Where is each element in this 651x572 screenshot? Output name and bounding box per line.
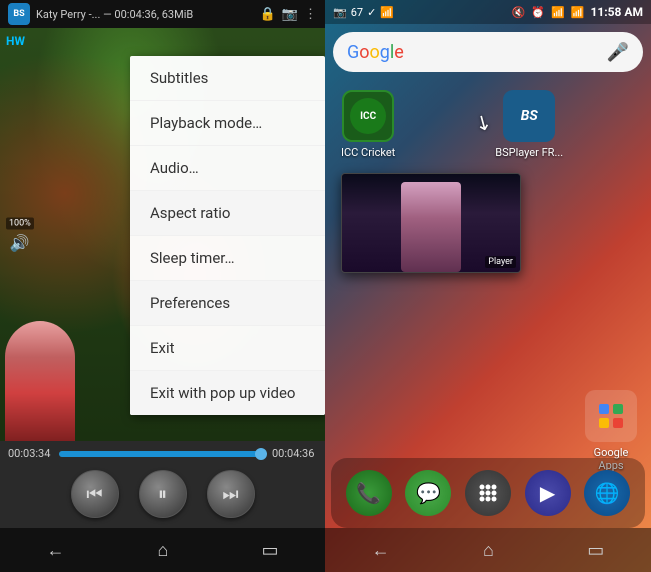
wifi-icon: 📶 <box>380 6 394 19</box>
screenshot-icon: 📷 <box>333 6 347 19</box>
status-bar-right: 📷 67 ✓ 📶 🔇 ⏰ 📶 📶 11:58 AM <box>325 0 651 24</box>
dock-browser-icon[interactable]: 🌐 <box>584 470 630 516</box>
android-dock: 📞 💬 ▶ 🌐 <box>331 458 645 528</box>
icc-text: ICC <box>360 111 376 122</box>
progress-fill <box>59 451 262 457</box>
menu-preferences[interactable]: Preferences <box>130 281 325 326</box>
status-title: Katy Perry -... — 00:04:36, 63MiB <box>36 8 254 21</box>
icc-inner: ICC <box>350 98 386 134</box>
more-icon[interactable]: ⋮ <box>304 7 317 22</box>
google-apps-icon[interactable] <box>585 390 637 442</box>
mic-icon[interactable]: 🎤 <box>607 42 629 63</box>
pause-button[interactable]: ⏸ <box>139 470 187 518</box>
nav-bar-left: ← ⌂ ▭ <box>0 528 325 572</box>
wifi-icon2: 📶 <box>551 6 565 19</box>
forward-button[interactable]: ⏭ <box>207 470 255 518</box>
pause-icon: ⏸ <box>158 484 167 505</box>
dock-store-icon[interactable]: ▶ <box>525 470 571 516</box>
bsplayer-logo: BS <box>8 3 30 25</box>
video-meta: 00:04:36, 63MiB <box>114 8 193 21</box>
popup-video-content: Player <box>342 174 520 272</box>
home-button-left[interactable]: ⌂ <box>158 540 169 561</box>
volume-indicator: 100% 🔊 <box>6 217 34 252</box>
time-value: 11:58 <box>591 5 622 19</box>
menu-audio[interactable]: Audio… <box>130 146 325 191</box>
status-right-info: 🔇 ⏰ 📶 📶 11:58 AM <box>512 5 643 19</box>
nav-bar-right: ← ⌂ ▭ <box>325 528 651 572</box>
forward-icon: ⏭ <box>222 484 238 505</box>
app-bsplayer[interactable]: BS BSPlayer FR... <box>495 90 563 159</box>
time-current: 00:03:34 <box>8 447 53 460</box>
status-icons: 🔒 📷 ⋮ <box>260 7 317 22</box>
alarm-icon: ⏰ <box>531 6 545 19</box>
right-panel: 📷 67 ✓ 📶 🔇 ⏰ 📶 📶 11:58 AM Google 🎤 I <box>325 0 651 572</box>
google-search-bar[interactable]: Google 🎤 <box>333 32 643 72</box>
dock-message-icon[interactable]: 💬 <box>405 470 451 516</box>
menu-playback[interactable]: Playback mode… <box>130 101 325 146</box>
video-title: Katy Perry -... <box>36 8 100 21</box>
progress-thumb <box>255 448 267 460</box>
status-left-icons: 📷 67 ✓ 📶 <box>333 6 394 19</box>
signal-icon: 67 <box>351 6 363 19</box>
dock-phone-icon[interactable]: 📞 <box>346 470 392 516</box>
google-logo: Google <box>347 42 404 63</box>
icc-icon-box: ICC <box>342 90 394 142</box>
check-icon: ✓ <box>367 6 376 19</box>
rewind-button[interactable]: ⏮ <box>71 470 119 518</box>
video-area[interactable]: HW 100% 🔊 Subtitles Playback mode… Audio… <box>0 28 325 441</box>
volume-icon: 🔊 <box>10 233 30 252</box>
icc-label: ICC Cricket <box>341 146 395 159</box>
mute-icon: 🔇 <box>512 6 526 19</box>
hw-badge: HW <box>6 34 25 48</box>
bsplayer-label: BSPlayer FR... <box>495 146 563 159</box>
bs-text: BS <box>521 108 538 124</box>
controls-area: 00:03:34 00:04:36 ⏮ ⏸ ⏭ <box>0 441 325 528</box>
app-icc-cricket[interactable]: ICC ICC Cricket <box>341 90 395 159</box>
status-bar-left: BS Katy Perry -... — 00:04:36, 63MiB 🔒 📷… <box>0 0 325 28</box>
home-button-right[interactable]: ⌂ <box>483 540 494 561</box>
rewind-icon: ⏮ <box>86 484 102 505</box>
recent-button-right[interactable]: ▭ <box>587 540 604 561</box>
lock-icon: 🔒 <box>260 7 276 22</box>
bsplayer-icon-box: BS <box>503 90 555 142</box>
menu-sleep-timer[interactable]: Sleep timer… <box>130 236 325 281</box>
clock-display: 11:58 AM <box>591 5 643 19</box>
popup-video[interactable]: Player <box>341 173 521 273</box>
progress-container: 00:03:34 00:04:36 <box>8 447 317 460</box>
popup-label: Player <box>485 256 516 268</box>
playback-controls: ⏮ ⏸ ⏭ <box>8 466 317 522</box>
back-button-left[interactable]: ← <box>47 540 65 561</box>
popup-figure <box>401 182 461 272</box>
camera-icon: 📷 <box>282 7 298 22</box>
progress-track[interactable] <box>59 451 266 457</box>
back-button-right[interactable]: ← <box>372 540 390 561</box>
dock-apps-icon[interactable] <box>465 470 511 516</box>
ampm-value: AM <box>624 5 643 19</box>
menu-exit-popup[interactable]: Exit with pop up video <box>130 371 325 415</box>
video-figure <box>5 321 75 441</box>
recent-button-left[interactable]: ▭ <box>261 540 278 561</box>
menu-aspect-ratio[interactable]: Aspect ratio <box>130 191 325 236</box>
volume-label: 100% <box>6 217 34 229</box>
menu-exit[interactable]: Exit <box>130 326 325 371</box>
left-panel: BS Katy Perry -... — 00:04:36, 63MiB 🔒 📷… <box>0 0 325 572</box>
time-total: 00:04:36 <box>272 447 317 460</box>
signal-bars: 📶 <box>571 6 585 19</box>
menu-subtitles[interactable]: Subtitles <box>130 56 325 101</box>
context-menu: Subtitles Playback mode… Audio… Aspect r… <box>130 56 325 415</box>
